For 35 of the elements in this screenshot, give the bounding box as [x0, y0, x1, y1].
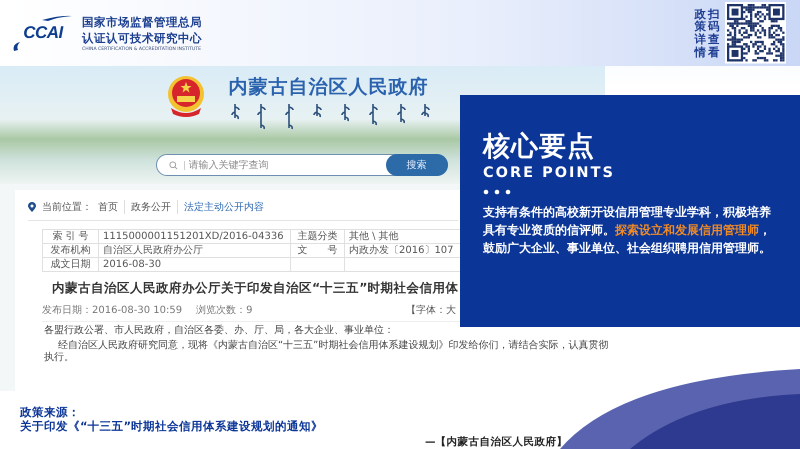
core-points-text: 支持有条件的高校新开设信用管理专业学科，积极培养具有专业资质的信评师。探索设立和发展信用管理师，鼓励广大企业、事业单位、社会组织聘用信用管理师。 [483, 204, 772, 257]
dots-icon [483, 189, 511, 195]
qr-caption: 政策详情 [694, 8, 706, 58]
field-value: 2016-08-30 [98, 258, 290, 272]
field-value: 其他 \ 其他 [344, 230, 460, 244]
field-label: 成文日期 [42, 258, 98, 272]
search-icon [168, 160, 178, 170]
article-meta: 浏览次数：9 [196, 304, 252, 317]
breadcrumb-link[interactable]: 政务公开 [131, 200, 178, 214]
org-name: 国家市场监督管理总局 [82, 14, 202, 28]
article-title: 内蒙古自治区人民政府办公厅关于印发自治区“十三五”时期社会信用体 [52, 280, 460, 297]
panel-subtitle: CORE POINTS [483, 165, 616, 181]
search-button[interactable]: 搜索 [386, 154, 448, 176]
font-size-control[interactable]: 【字体：大 [406, 303, 456, 317]
source-title: 关于印发《“十三五”时期社会信用体系建设规划的通知》 [20, 419, 324, 433]
source-label: 政策来源： [20, 405, 80, 419]
article-meta: 发布日期：2016-08-30 10:59 [42, 304, 182, 317]
qr-caption: 扫码查看 [708, 8, 720, 58]
site-title: 内蒙古自治区人民政府 [228, 75, 430, 100]
field-label: 发布机构 [42, 244, 98, 258]
panel-title: 核心要点 [483, 131, 596, 163]
qr-code [724, 2, 786, 64]
location-pin-icon [28, 202, 36, 212]
field-value: 1115000001151201XD/2016-04336 [98, 230, 290, 244]
breadcrumb-link[interactable]: 法定主动公开内容 [184, 200, 270, 214]
org-name: 认证认可技术研究中心 [82, 30, 202, 44]
field-label: 文 号 [290, 244, 344, 258]
field-label: 索 引 号 [42, 230, 98, 244]
breadcrumb-label: 当前位置： [42, 200, 92, 214]
field-value: 自治区人民政府办公厅 [98, 244, 290, 258]
article-body: 经自治区人民政府研究同意，现将《内蒙古自治区“十三五”时期社会信用体系建设规划》印发给你们，请结合实际，认真贯彻执行。 [44, 340, 610, 364]
salutation: 各盟行政公署、市人民政府，自治区各委、办、厅、局，各大企业、事业单位： [44, 325, 395, 337]
breadcrumb-link[interactable]: 首页 [98, 200, 125, 214]
field-label: 主题分类 [290, 230, 344, 244]
attribution: —【内蒙古自治区人民政府】 [425, 435, 568, 449]
